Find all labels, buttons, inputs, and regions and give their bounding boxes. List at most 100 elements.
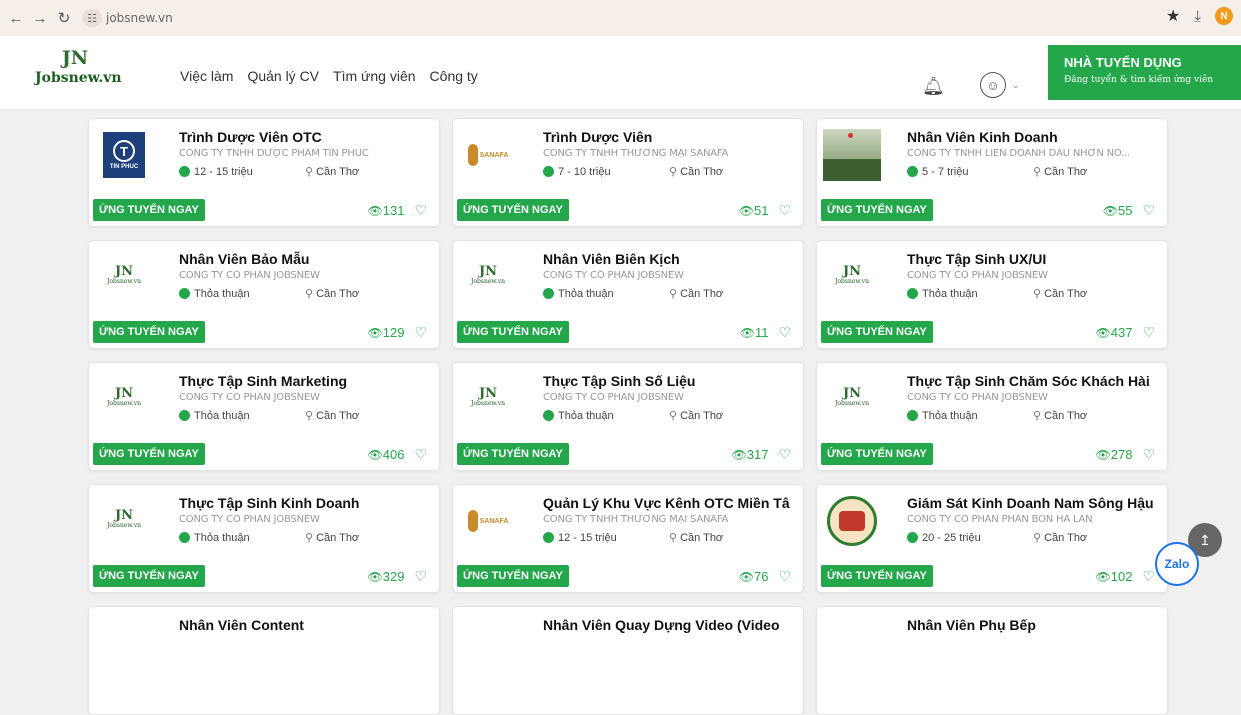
apply-now-button[interactable]: ỨNG TUYỂN NGAY [93, 565, 205, 587]
company-logo[interactable]: SANAFA [459, 495, 517, 547]
heart-icon[interactable]: ♡ [414, 446, 427, 463]
apply-now-button[interactable]: ỨNG TUYỂN NGAY [93, 321, 205, 343]
job-card[interactable]: T TIN PHUC Trình Dược Viên OTC CÔNG TY TNHH… [88, 118, 440, 227]
company-logo[interactable] [459, 617, 517, 669]
apply-now-button[interactable]: ỨNG TUYỂN NGAY [457, 321, 569, 343]
job-title[interactable]: Giám Sát Kinh Doanh Nam Sông Hậu [907, 495, 1165, 511]
company-logo[interactable]: JN Jobsnew.vn [95, 251, 153, 303]
job-card[interactable]: JN Jobsnew.vn Thực Tập Sinh Kinh Doanh CÔNG… [88, 484, 440, 593]
job-title[interactable]: Nhân Viên Content [179, 617, 437, 633]
job-title[interactable]: Trình Dược Viên [543, 129, 801, 145]
menu-item-cong-ty[interactable]: Công ty [430, 68, 478, 84]
company-logo[interactable]: JN Jobsnew.vn [459, 251, 517, 303]
company-logo[interactable] [95, 617, 153, 669]
heart-icon[interactable]: ♡ [414, 202, 427, 219]
notification-bell-icon[interactable]: 🔔︎ [922, 76, 945, 98]
job-card[interactable]: SANAFA Trình Dược Viên CÔNG TY TNHH THƯƠNG… [452, 118, 804, 227]
heart-icon[interactable]: ♡ [1142, 202, 1155, 219]
zalo-chat-button[interactable]: Zalo [1155, 542, 1199, 586]
job-title[interactable]: Trình Dược Viên OTC [179, 129, 437, 145]
company-name[interactable]: CÔNG TY CỔ PHẦN JOBSNEW [543, 270, 801, 281]
company-name[interactable]: CÔNG TY CỔ PHẦN JOBSNEW [907, 392, 1165, 403]
apply-now-button[interactable]: ỨNG TUYỂN NGAY [821, 321, 933, 343]
menu-item-tim-ung-vien[interactable]: Tìm ứng viên [333, 68, 416, 84]
company-logo[interactable] [823, 617, 881, 669]
back-arrow-icon[interactable]: ← [4, 6, 28, 30]
company-logo[interactable] [823, 495, 881, 547]
views-count: 👁︎437 [1096, 325, 1133, 340]
job-title[interactable]: Thực Tập Sinh Marketing [179, 373, 437, 389]
company-logo[interactable]: JN Jobsnew.vn [95, 373, 153, 425]
apply-now-button[interactable]: ỨNG TUYỂN NGAY [93, 199, 205, 221]
job-card[interactable]: JN Jobsnew.vn Thực Tập Sinh UX/UI CÔNG TY C… [816, 240, 1168, 349]
heart-icon[interactable]: ♡ [414, 568, 427, 585]
heart-icon[interactable]: ♡ [778, 446, 791, 463]
company-logo[interactable] [823, 129, 881, 181]
company-name[interactable]: CÔNG TY CỔ PHẦN JOBSNEW [543, 392, 801, 403]
job-title[interactable]: Thực Tập Sinh UX/UI [907, 251, 1165, 267]
company-logo[interactable]: T TIN PHUC [95, 129, 153, 181]
profile-avatar[interactable]: N [1215, 7, 1233, 25]
apply-now-button[interactable]: ỨNG TUYỂN NGAY [93, 443, 205, 465]
company-name[interactable]: CÔNG TY CỔ PHẦN JOBSNEW [179, 392, 437, 403]
company-name[interactable]: CÔNG TY CỔ PHẦN JOBSNEW [179, 514, 437, 525]
company-logo[interactable]: SANAFA [459, 129, 517, 181]
job-title[interactable]: Thực Tập Sinh Chăm Sóc Khách Hài [907, 373, 1165, 389]
apply-now-button[interactable]: ỨNG TUYỂN NGAY [457, 199, 569, 221]
forward-arrow-icon[interactable]: → [28, 6, 52, 30]
menu-item-viec-lam[interactable]: Việc làm [180, 68, 233, 84]
site-logo[interactable]: JN Jobsnew.vn [35, 48, 122, 86]
job-title[interactable]: Quản Lý Khu Vực Kênh OTC Miền Tâ [543, 495, 801, 511]
company-name[interactable]: CÔNG TY CỔ PHẦN JOBSNEW [179, 270, 437, 281]
heart-icon[interactable]: ♡ [1142, 446, 1155, 463]
heart-icon[interactable]: ♡ [1142, 324, 1155, 341]
apply-now-button[interactable]: ỨNG TUYỂN NGAY [821, 199, 933, 221]
company-name[interactable]: CÔNG TY CỔ PHẦN PHÂN BÓN HÀ LAN [907, 514, 1165, 525]
job-card[interactable]: JN Jobsnew.vn Nhân Viên Bảo Mẫu CÔNG TY CỔ … [88, 240, 440, 349]
job-title[interactable]: Thực Tập Sinh Kinh Doanh [179, 495, 437, 511]
job-card[interactable]: JN Jobsnew.vn Thực Tập Sinh Số Liệu CÔNG TY… [452, 362, 804, 471]
heart-icon[interactable]: ♡ [778, 568, 791, 585]
job-title[interactable]: Thực Tập Sinh Số Liệu [543, 373, 801, 389]
job-card[interactable]: Nhân Viên Quay Dựng Video (Video [452, 606, 804, 715]
job-title[interactable]: Nhân Viên Quay Dựng Video (Video [543, 617, 801, 633]
company-name[interactable]: CÔNG TY CỔ PHẦN JOBSNEW [907, 270, 1165, 281]
download-icon[interactable]: ⤓ [1194, 8, 1201, 25]
heart-icon[interactable]: ♡ [778, 202, 791, 219]
heart-icon[interactable]: ♡ [414, 324, 427, 341]
apply-now-button[interactable]: ỨNG TUYỂN NGAY [821, 565, 933, 587]
apply-now-button[interactable]: ỨNG TUYỂN NGAY [457, 443, 569, 465]
menu-item-quan-ly-cv[interactable]: Quản lý CV [247, 68, 319, 84]
job-card[interactable]: JN Jobsnew.vn Thực Tập Sinh Marketing CÔNG … [88, 362, 440, 471]
company-name[interactable]: CÔNG TY TNHH DƯỢC PHẨM TÍN PHÚC [179, 148, 437, 159]
job-title[interactable]: Nhân Viên Biên Kịch [543, 251, 801, 267]
job-title[interactable]: Nhân Viên Phụ Bếp [907, 617, 1165, 633]
salary-text: Thỏa thuận [194, 531, 250, 544]
apply-now-button[interactable]: ỨNG TUYỂN NGAY [821, 443, 933, 465]
company-name[interactable]: CÔNG TY TNHH LIÊN DOANH DẦU NHỜN NO... [907, 148, 1165, 159]
company-name[interactable]: CÔNG TY TNHH THƯƠNG MẠI SANAFA [543, 148, 801, 159]
user-menu[interactable]: ☺ ⌄ [980, 72, 1020, 98]
job-card[interactable]: JN Jobsnew.vn Thực Tập Sinh Chăm Sóc Khách… [816, 362, 1168, 471]
reload-icon[interactable]: ↻ [52, 6, 76, 30]
company-logo[interactable]: JN Jobsnew.vn [823, 251, 881, 303]
employer-button[interactable]: NHÀ TUYỂN DỤNG Đăng tuyển & tìm kiếm ứng… [1048, 45, 1241, 100]
address-bar[interactable]: ☷ jobsnew.vn [82, 9, 173, 27]
job-card[interactable]: Nhân Viên Phụ Bếp [816, 606, 1168, 715]
apply-now-button[interactable]: ỨNG TUYỂN NGAY [457, 565, 569, 587]
company-logo[interactable]: JN Jobsnew.vn [823, 373, 881, 425]
job-title[interactable]: Nhân Viên Bảo Mẫu [179, 251, 437, 267]
heart-icon[interactable]: ♡ [1142, 568, 1155, 585]
job-title[interactable]: Nhân Viên Kinh Doanh [907, 129, 1165, 145]
site-info-icon[interactable]: ☷ [82, 9, 102, 27]
job-card[interactable]: Nhân Viên Kinh Doanh CÔNG TY TNHH LIÊN DO… [816, 118, 1168, 227]
company-name[interactable]: CÔNG TY TNHH THƯƠNG MẠI SANAFA [543, 514, 801, 525]
company-logo[interactable]: JN Jobsnew.vn [95, 495, 153, 547]
job-card[interactable]: Nhân Viên Content [88, 606, 440, 715]
job-card[interactable]: Giám Sát Kinh Doanh Nam Sông Hậu CÔNG TY … [816, 484, 1168, 593]
job-card[interactable]: JN Jobsnew.vn Nhân Viên Biên Kịch CÔNG TY C… [452, 240, 804, 349]
heart-icon[interactable]: ♡ [778, 324, 791, 341]
bookmark-star-icon[interactable]: ★ [1166, 6, 1180, 26]
job-card[interactable]: SANAFA Quản Lý Khu Vực Kênh OTC Miền Tâ CÔ… [452, 484, 804, 593]
company-logo[interactable]: JN Jobsnew.vn [459, 373, 517, 425]
